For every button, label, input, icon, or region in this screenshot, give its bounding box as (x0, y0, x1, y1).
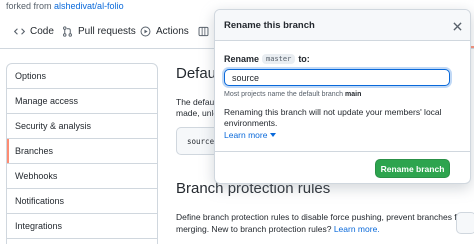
branch-protection-text-1: Define branch protection rules to disabl… (176, 212, 474, 222)
forked-source-link[interactable]: alshedivat/al-folio (54, 1, 124, 11)
learn-more-label: Learn more (224, 130, 268, 140)
tab-code[interactable]: Code (14, 26, 54, 37)
tab-actions-label: Actions (156, 26, 189, 37)
rename-branch-dialog: Rename this branch Rename master to: Mos… (214, 9, 471, 184)
warning-text-1: Renaming this branch will not update you… (224, 107, 442, 117)
default-branch-text-2: made, unle (176, 108, 219, 118)
dialog-body: Rename master to: Most projects name the… (215, 41, 470, 151)
sidebar-item-webhooks[interactable]: Webhooks (7, 164, 157, 189)
tab-pull-requests-label: Pull requests (78, 26, 136, 37)
tab-code-label: Code (30, 26, 54, 37)
default-branch-text-1: The default (176, 97, 219, 107)
hint-text: Most projects name the default branch (224, 91, 344, 98)
code-icon (14, 28, 25, 35)
tab-pull-requests[interactable]: Pull requests (62, 26, 136, 37)
rename-suffix: to: (298, 54, 310, 64)
close-button[interactable] (450, 19, 464, 33)
dialog-title: Rename this branch (224, 20, 315, 31)
tab-actions[interactable]: Actions (140, 26, 189, 37)
current-branch-name: master (262, 54, 296, 64)
hint-branch: main (345, 91, 362, 98)
default-branch-hint: Most projects name the default branch ma… (224, 91, 361, 98)
warning-text-2: environments. (224, 118, 278, 128)
sidebar-item-manage-access[interactable]: Manage access (7, 89, 157, 114)
new-branch-name-input[interactable] (224, 69, 450, 86)
sidebar-item-integrations[interactable]: Integrations (7, 214, 157, 239)
rename-prefix: Rename (224, 54, 260, 64)
forked-from-prefix: forked from (6, 1, 52, 11)
forked-from-line: forked from alshedivat/al-folio (6, 1, 124, 11)
dialog-header: Rename this branch (215, 10, 470, 41)
rename-label: Rename master to: (224, 54, 310, 64)
sidebar-item-security-analysis[interactable]: Security & analysis (7, 114, 157, 139)
git-pull-request-icon (63, 26, 72, 37)
settings-sidebar: Options Manage access Security & analysi… (6, 63, 158, 244)
table-icon (198, 26, 209, 37)
learn-more-dropdown[interactable]: Learn more (224, 130, 277, 140)
add-rule-button[interactable] (456, 212, 474, 234)
triangle-down-icon (270, 133, 277, 137)
sidebar-item-options[interactable]: Options (7, 64, 157, 89)
sidebar-item-branches[interactable]: Branches (7, 139, 157, 164)
branch-protection-text-2: merging. New to branch protection rules?… (176, 224, 380, 234)
sidebar-item-notifications[interactable]: Notifications (7, 189, 157, 214)
default-branch-box: source (176, 127, 216, 155)
branch-protection-learn-more-link[interactable]: Learn more. (334, 224, 380, 234)
rename-branch-button[interactable]: Rename branch (375, 159, 450, 178)
default-branch-value: source (187, 137, 215, 146)
close-icon (452, 21, 462, 31)
branch-protection-question: merging. New to branch protection rules? (176, 224, 332, 234)
play-icon (140, 26, 151, 37)
dialog-footer: Rename branch (215, 151, 470, 183)
